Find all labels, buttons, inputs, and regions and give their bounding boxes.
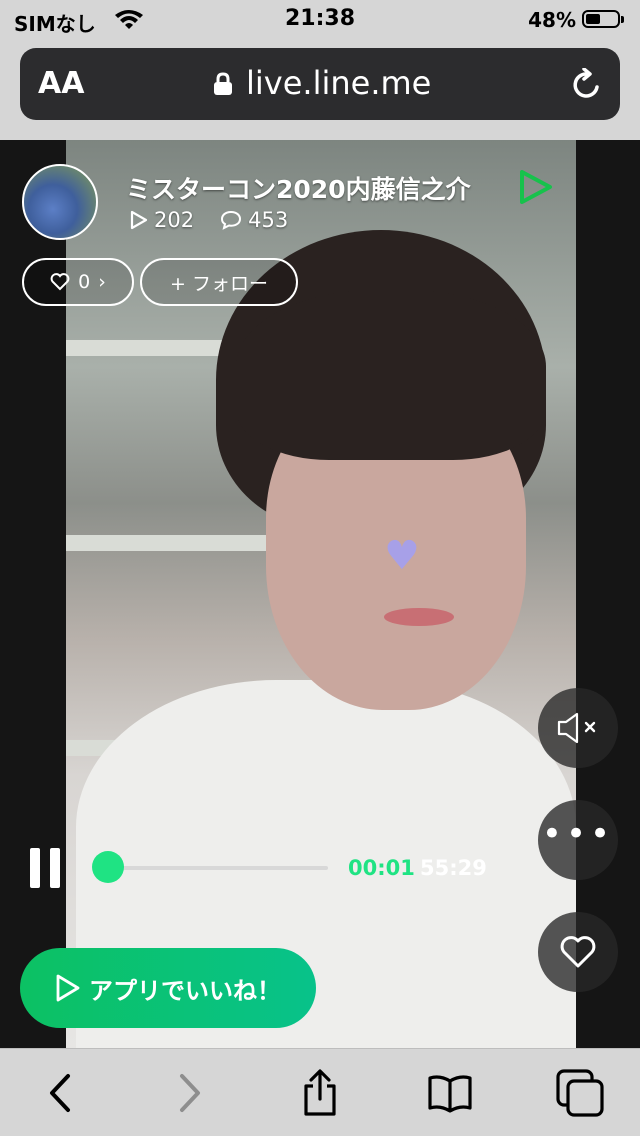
reload-icon[interactable] [570, 68, 604, 102]
status-bar: SIMなし 21:38 48% [0, 0, 640, 40]
address-bar[interactable]: AA live.line.me [20, 48, 620, 120]
mute-button[interactable] [538, 688, 618, 768]
forward-button[interactable] [166, 1069, 214, 1117]
back-button[interactable] [36, 1069, 84, 1117]
battery-icon [582, 10, 624, 28]
follow-label: + フォロー [170, 272, 268, 295]
seek-handle[interactable] [92, 851, 124, 883]
like-button[interactable] [538, 912, 618, 992]
channel-stats: 202 453 [130, 208, 288, 232]
more-options-button[interactable]: ••• [538, 800, 618, 880]
line-live-logo-icon [520, 170, 552, 204]
current-time: 00:01 [348, 856, 415, 880]
follow-button[interactable]: + フォロー [140, 258, 298, 306]
url-text[interactable]: live.line.me [246, 64, 431, 102]
text-size-button[interactable]: AA [38, 66, 84, 101]
comment-count: 453 [248, 208, 289, 232]
pause-button[interactable] [30, 848, 60, 888]
total-time: 55:29 [420, 856, 487, 880]
battery-percent: 48% [528, 8, 576, 32]
like-count: 0 [78, 271, 91, 293]
browser-toolbar [0, 1048, 640, 1136]
book-icon [428, 1075, 472, 1113]
browser-header: AA live.line.me [0, 40, 640, 140]
app-like-button[interactable]: アプリでいいね！ [20, 948, 316, 1028]
chevron-right-icon [180, 1074, 200, 1112]
share-button[interactable] [296, 1069, 344, 1117]
chevron-right-icon: › [98, 271, 106, 293]
bookmarks-button[interactable] [426, 1069, 474, 1117]
channel-avatar[interactable] [22, 164, 98, 240]
tabs-icon [556, 1069, 604, 1117]
lock-icon [214, 72, 232, 95]
app-like-label: アプリでいいね！ [89, 976, 281, 1005]
speaker-muted-icon [557, 712, 596, 744]
heart-outline-icon [560, 936, 596, 968]
chevron-left-icon [50, 1074, 70, 1112]
play-outline-icon [56, 974, 80, 1002]
face-filter-heart: ♥ [384, 533, 420, 579]
heart-outline-icon [50, 273, 70, 291]
channel-title[interactable]: ミスターコン2020内藤信之介 [126, 170, 471, 206]
like-count-button[interactable]: 0 › [22, 258, 134, 306]
play-count: 202 [154, 208, 195, 232]
battery-level [586, 14, 600, 24]
comment-icon [221, 210, 242, 230]
seek-bar[interactable] [108, 866, 328, 870]
play-count-icon [130, 210, 148, 230]
pause-icon [30, 848, 40, 888]
tabs-button[interactable] [556, 1069, 604, 1117]
ellipsis-icon: ••• [541, 814, 615, 854]
share-icon [304, 1069, 336, 1116]
